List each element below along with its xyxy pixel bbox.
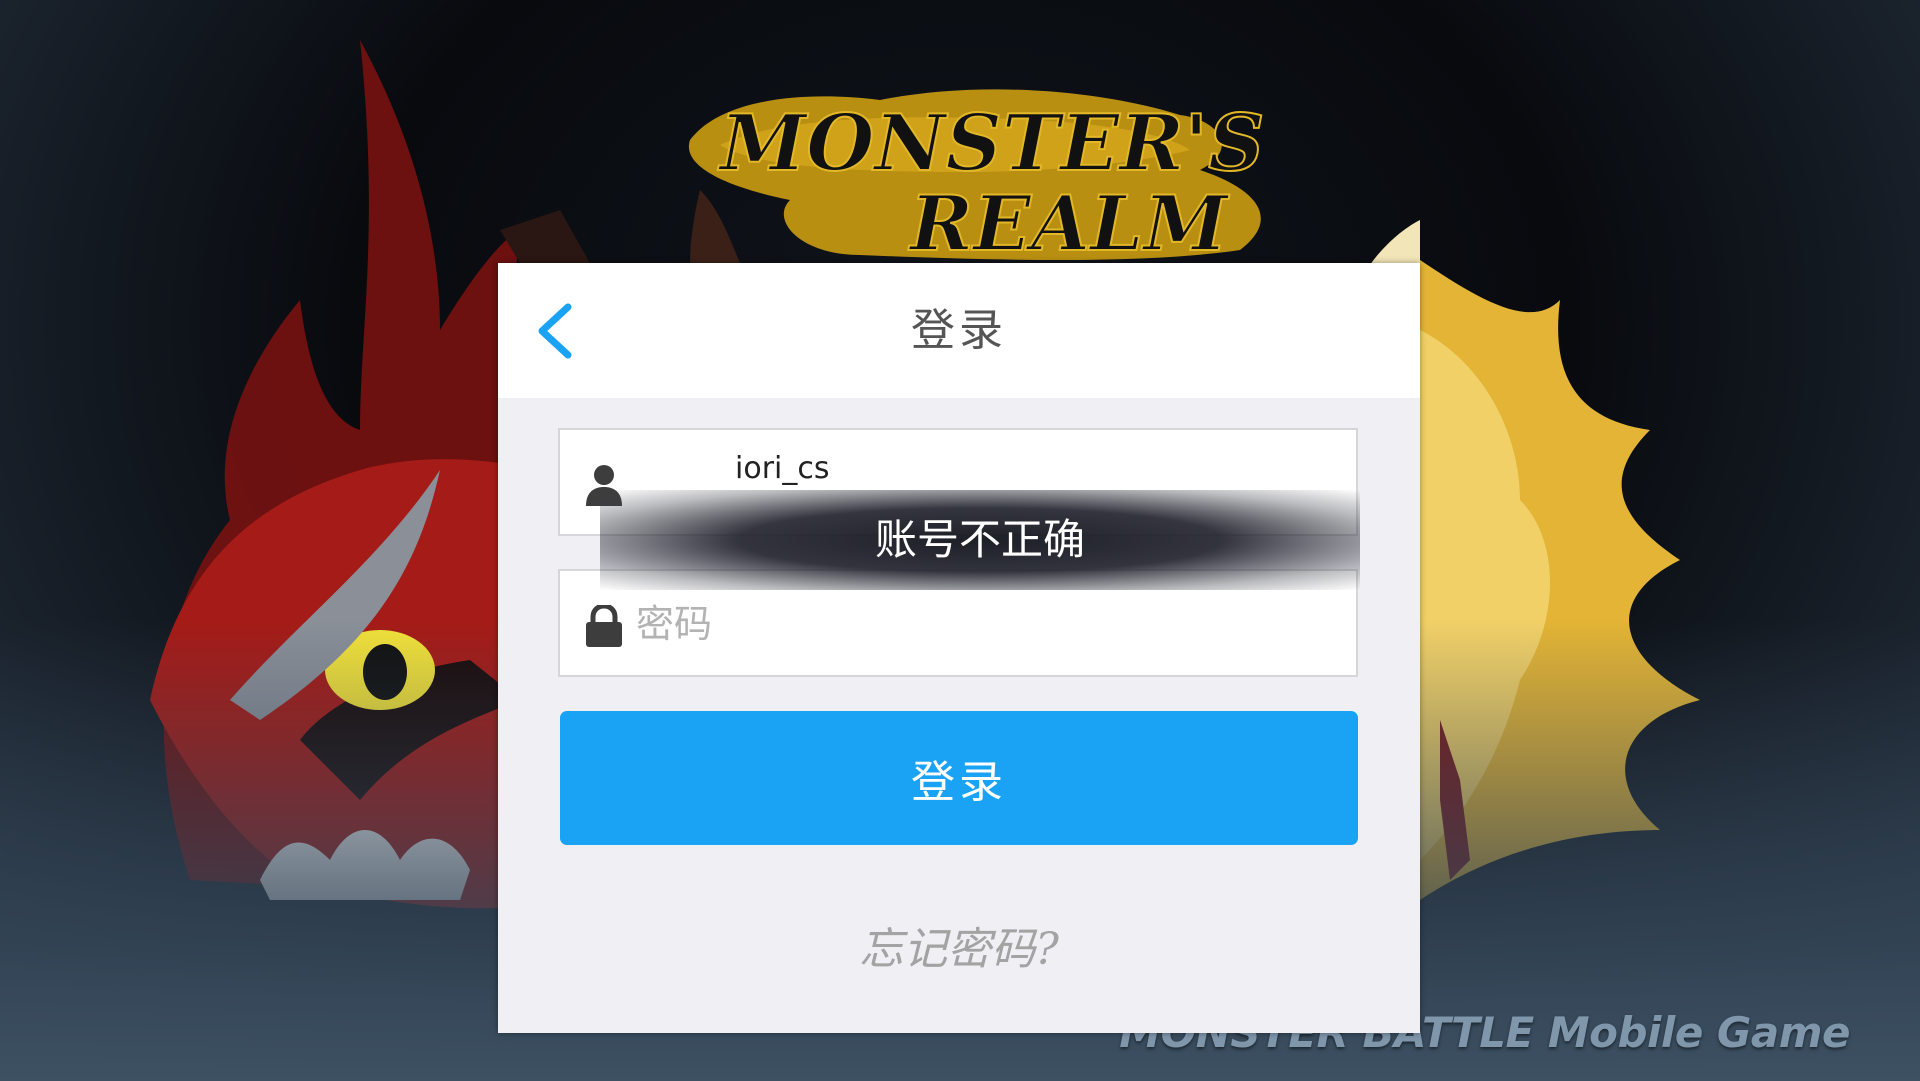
error-toast: 账号不正确 [600,490,1360,590]
logo-word-monsters: MONSTER'S [717,98,1264,189]
login-panel: 登录 登录 忘记密码? [498,263,1435,1033]
toast-message: 账号不正确 [874,515,1085,564]
forgot-password-link[interactable]: 忘记密码? [498,913,1420,977]
login-header: 登录 [498,263,1420,398]
logo-word-realm: REALM [908,179,1229,268]
login-button[interactable]: 登录 [560,711,1358,845]
lock-icon [586,605,622,647]
login-title: 登录 [911,305,1007,356]
back-button[interactable] [528,299,588,363]
chevron-left-icon [538,303,572,359]
game-logo: MONSTER'S REALM [688,89,1265,269]
